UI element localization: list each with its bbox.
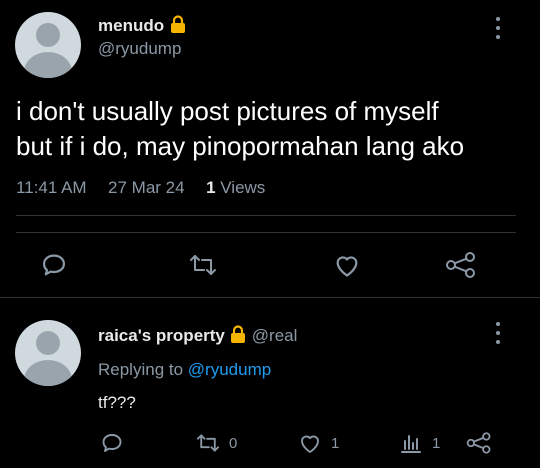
like-count: 1 — [331, 434, 340, 452]
reply-icon[interactable] — [40, 251, 68, 279]
reply-like-button[interactable]: 1 — [298, 432, 339, 454]
lock-icon — [169, 14, 187, 39]
reply-share-icon[interactable] — [466, 431, 492, 455]
reply-views-button[interactable]: 1 — [400, 432, 440, 454]
reply-author-row[interactable]: raica's property @real — [98, 324, 297, 349]
divider — [16, 232, 516, 233]
tweet-text: i don't usually post pictures of myself … — [16, 94, 464, 164]
more-options-icon[interactable] — [496, 17, 502, 44]
views-count: 1 — [206, 178, 216, 197]
replying-to-prefix: Replying to — [98, 360, 184, 379]
lock-icon — [229, 324, 247, 349]
tweet-text-line: but if i do, may pinopormahan lang ako — [16, 131, 465, 161]
reply-text: tf??? — [98, 393, 136, 412]
views-label: Views — [220, 178, 266, 197]
tweet-date[interactable]: 27 Mar 24 — [108, 178, 185, 197]
tweet-text-line: i don't usually post pictures of myself — [16, 96, 439, 126]
reply-more-options-icon[interactable] — [496, 322, 502, 349]
author-name-row[interactable]: menudo — [98, 14, 187, 39]
views-icon[interactable] — [400, 432, 422, 454]
tweet-meta: 11:41 AM 27 Mar 24 1 Views — [16, 178, 265, 198]
reply-author-handle[interactable]: @real — [252, 326, 298, 345]
author-avatar[interactable] — [15, 12, 81, 78]
retweet-icon[interactable] — [188, 252, 218, 278]
retweet-count: 0 — [229, 434, 238, 452]
tweet-time[interactable]: 11:41 AM — [16, 178, 87, 197]
author-name[interactable]: menudo — [98, 16, 164, 35]
retweet-icon[interactable] — [195, 432, 221, 454]
share-icon[interactable] — [445, 251, 477, 279]
divider — [16, 215, 516, 216]
like-icon[interactable] — [333, 252, 361, 278]
replying-to-handle[interactable]: @ryudump — [188, 360, 271, 379]
author-handle[interactable]: @ryudump — [98, 39, 181, 59]
reply-author-avatar[interactable] — [15, 320, 81, 386]
divider — [0, 297, 540, 298]
views-count: 1 — [432, 434, 441, 452]
replying-to: Replying to @ryudump — [98, 360, 271, 380]
like-icon[interactable] — [298, 432, 322, 454]
reply-reply-icon[interactable] — [100, 431, 124, 455]
reply-author-name[interactable]: raica's property — [98, 326, 225, 345]
reply-retweet-button[interactable]: 0 — [195, 432, 237, 454]
